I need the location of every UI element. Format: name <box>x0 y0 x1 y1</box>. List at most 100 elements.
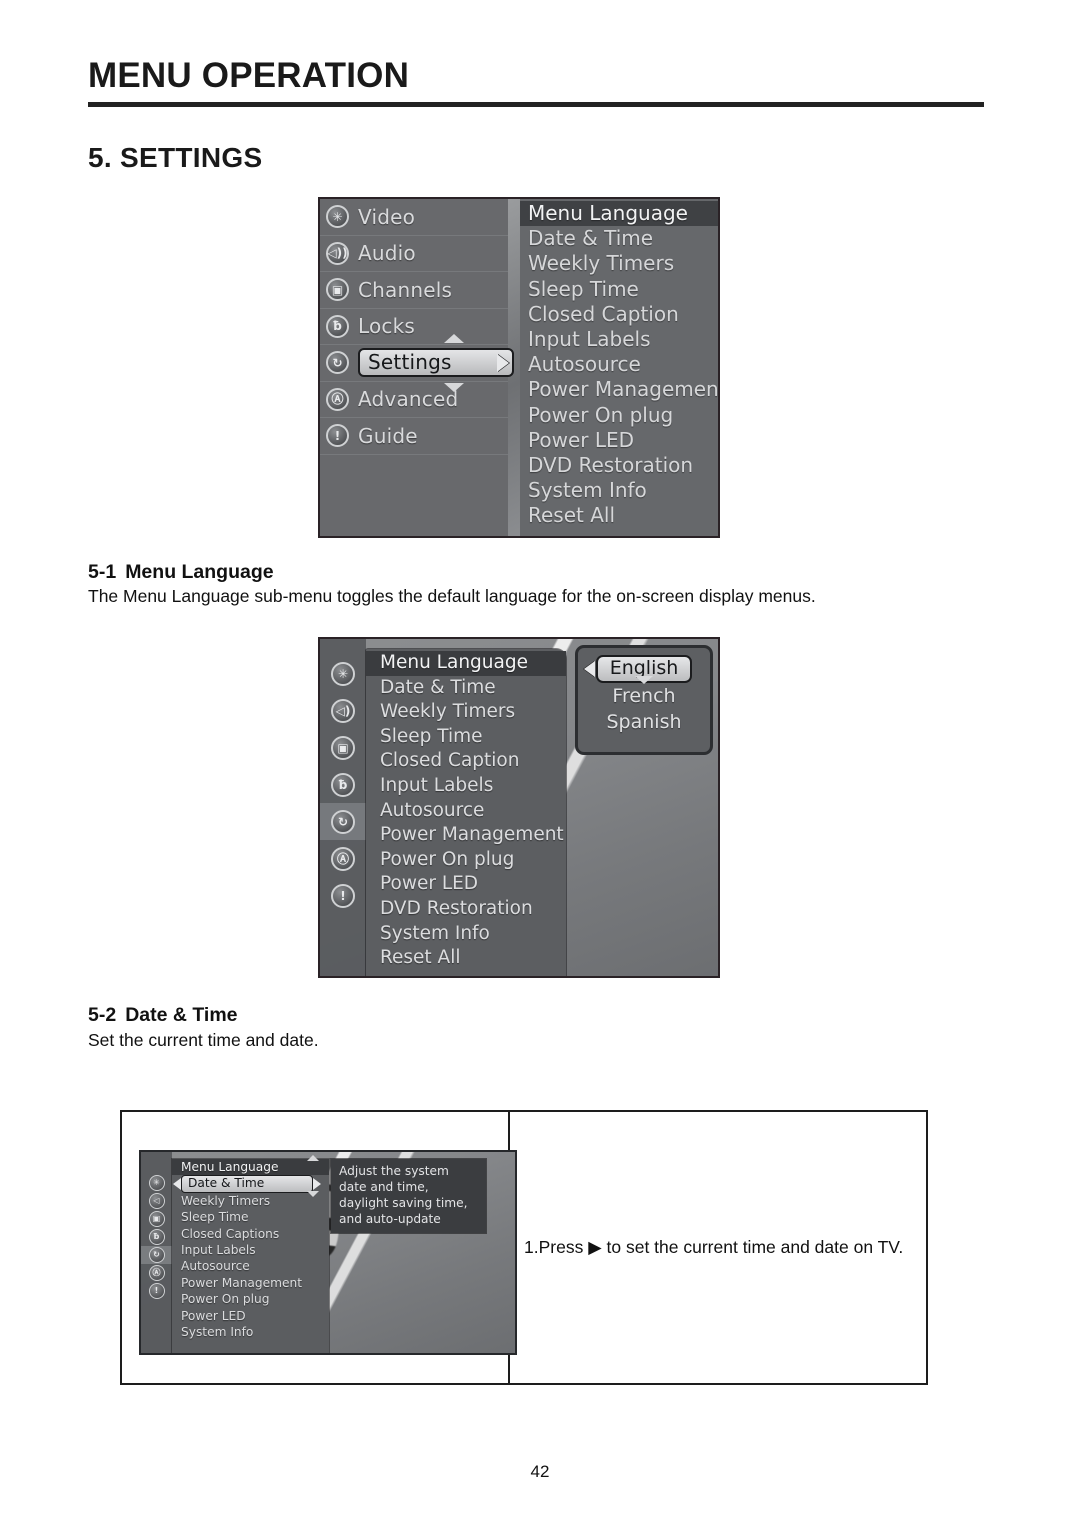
subsection-number: 5-1 <box>88 561 117 583</box>
settings-icon-cell[interactable]: ↻ <box>141 1246 172 1264</box>
osd-submenu-item[interactable]: System Info <box>520 478 718 503</box>
page-header: MENU OPERATION <box>88 57 984 107</box>
osd-submenu-item[interactable]: Power Management <box>520 377 718 402</box>
television-icon: ▣ <box>331 735 355 760</box>
television-icon-cell[interactable]: ▣ <box>320 729 366 766</box>
television-icon-cell[interactable]: ▣ <box>141 1210 172 1228</box>
language-option-french[interactable]: French <box>578 675 710 709</box>
osd-submenu-item[interactable]: System Info <box>366 922 566 947</box>
osd-settings-submenu: Menu Language Date & Time Weekly Timers … <box>520 199 718 536</box>
starburst-icon: ✳ <box>148 1175 165 1191</box>
settings-icon: ↻ <box>148 1247 165 1263</box>
osd-submenu-item[interactable]: Autosource <box>366 799 566 824</box>
instruction-table-cell-text: 1.Press ▶ to set the current time and da… <box>510 1112 926 1383</box>
osd-submenu-item-selected[interactable]: Date & Time <box>172 1175 329 1193</box>
osd-category-video[interactable]: ✳ Video <box>320 199 508 236</box>
osd-submenu-item[interactable]: Power Management <box>366 823 566 848</box>
osd-submenu-item[interactable]: Menu Language <box>366 651 566 676</box>
osd-category-label: Advanced <box>358 387 459 412</box>
osd-category-label: Audio <box>358 241 416 266</box>
language-option-label: Spanish <box>606 710 682 733</box>
osd-submenu-item[interactable]: Weekly Timers <box>172 1190 329 1209</box>
osd-category-label: Video <box>358 204 416 229</box>
speaker-icon-cell[interactable]: ◁) <box>320 692 366 729</box>
osd-submenu-item[interactable]: Closed Captions <box>172 1226 329 1242</box>
info-icon-cell[interactable]: ! <box>320 877 366 914</box>
starburst-icon-cell[interactable]: ✳ <box>141 1174 172 1192</box>
osd-submenu-item[interactable]: Menu Language <box>520 201 718 227</box>
osd-screenshot-date-time: ✳ ◁ ▣ ƀ ↻ Ⓐ ! Menu Language Date & Time … <box>139 1150 517 1355</box>
starburst-icon: ✳ <box>326 205 349 229</box>
osd-submenu-item[interactable]: Reset All <box>520 503 718 528</box>
osd-submenu-item[interactable]: Input Labels <box>366 774 566 799</box>
chevron-up-icon <box>444 334 464 343</box>
osd-submenu-item[interactable]: Sleep Time <box>520 277 718 302</box>
subsection-body-5-2: Set the current time and date. <box>88 1030 319 1050</box>
settings-icon-cell[interactable]: ↻ <box>320 803 366 840</box>
speaker-icon: ◁ <box>148 1193 165 1209</box>
osd-category-locks[interactable]: ƀ Locks <box>320 309 508 345</box>
osd-category-guide[interactable]: ! Guide <box>320 418 508 455</box>
osd-icon-rail: ✳ ◁ ▣ ƀ ↻ Ⓐ ! <box>141 1152 172 1353</box>
advanced-a-icon-cell[interactable]: Ⓐ <box>320 840 366 877</box>
osd-submenu-item-label: Menu Language <box>181 1160 279 1174</box>
osd-category-channels[interactable]: ▣ Channels <box>320 272 508 309</box>
osd-submenu-item[interactable]: Closed Caption <box>520 302 718 327</box>
chevron-down-icon <box>635 675 653 684</box>
instruction-table: ✳ ◁ ▣ ƀ ↻ Ⓐ ! Menu Language Date & Time … <box>120 1110 928 1385</box>
osd-category-advanced[interactable]: Ⓐ Advanced <box>320 382 508 418</box>
osd-submenu-item[interactable]: Power On plug <box>366 848 566 873</box>
osd-category-label: Guide <box>358 423 418 448</box>
settings-icon: ↻ <box>326 351 349 375</box>
starburst-icon-cell[interactable]: ✳ <box>320 655 366 692</box>
advanced-a-icon-cell[interactable]: Ⓐ <box>141 1264 172 1282</box>
osd-submenu-item[interactable]: Weekly Timers <box>520 251 718 276</box>
padlock-icon: ƀ <box>148 1229 165 1245</box>
osd-submenu-item-label: Date & Time <box>181 1175 313 1193</box>
padlock-icon-cell[interactable]: ƀ <box>141 1228 172 1246</box>
osd-submenu-item[interactable]: Power On plug <box>172 1291 329 1307</box>
speaker-icon-cell[interactable]: ◁ <box>141 1192 172 1210</box>
osd-submenu-item[interactable]: Power LED <box>366 872 566 897</box>
osd-submenu-item[interactable]: Sleep Time <box>366 725 566 750</box>
osd-submenu-item[interactable]: Date & Time <box>520 226 718 251</box>
osd-submenu-item[interactable]: Autosource <box>172 1258 329 1274</box>
osd-submenu-item[interactable]: Input Labels <box>172 1242 329 1258</box>
header-rule <box>88 101 984 107</box>
osd-submenu-item[interactable]: Menu Language <box>172 1155 329 1176</box>
chevron-left-icon <box>173 1178 181 1191</box>
osd-submenu-item[interactable]: Power Management <box>172 1275 329 1291</box>
osd-tooltip: Adjust the system date and time, dayligh… <box>331 1159 486 1233</box>
osd-submenu-item[interactable]: Power On plug <box>520 403 718 428</box>
osd-tooltip-line: Adjust the system <box>339 1164 449 1178</box>
osd-submenu-item[interactable]: DVD Restoration <box>366 897 566 922</box>
chevron-left-icon <box>584 660 595 677</box>
info-icon-cell[interactable]: ! <box>141 1282 172 1300</box>
osd-submenu-item[interactable]: Date & Time <box>366 676 566 701</box>
osd-submenu-item[interactable]: System Info <box>172 1324 329 1340</box>
osd-category-settings[interactable]: ↻ Settings <box>320 334 514 392</box>
osd-submenu-item[interactable]: Sleep Time <box>172 1209 329 1225</box>
osd-submenu-item-label: Weekly Timers <box>181 1193 271 1208</box>
chevron-right-icon <box>497 353 509 372</box>
language-option-label: French <box>612 684 676 707</box>
osd-category-audio[interactable]: ◁)) Audio <box>320 236 508 272</box>
osd-submenu-item[interactable]: Reset All <box>366 946 566 971</box>
osd-submenu-item[interactable]: Power LED <box>172 1308 329 1324</box>
osd-category-list: ✳ Video ◁)) Audio ▣ Channels ƀ Locks ↻ S… <box>320 199 514 536</box>
osd-category-label: Locks <box>358 314 416 339</box>
osd-submenu-item[interactable]: DVD Restoration <box>520 453 718 478</box>
osd-submenu-item[interactable]: Autosource <box>520 352 718 377</box>
osd-submenu-item[interactable]: Power LED <box>520 428 718 453</box>
padlock-icon-cell[interactable]: ƀ <box>320 766 366 803</box>
subsection-heading-5-1: 5-1 Menu Language <box>88 561 274 584</box>
osd-submenu-item[interactable]: Input Labels <box>520 327 718 352</box>
subsection-title: Date & Time <box>125 1004 238 1026</box>
subsection-body-5-1: The Menu Language sub-menu toggles the d… <box>88 586 816 606</box>
osd-settings-submenu: Menu Language Date & Time Weekly Timers … <box>366 649 566 976</box>
osd-submenu-item[interactable]: Closed Caption <box>366 749 566 774</box>
osd-screenshot-settings-menu: ✳ Video ◁)) Audio ▣ Channels ƀ Locks ↻ S… <box>318 197 720 538</box>
osd-submenu-item[interactable]: Weekly Timers <box>366 700 566 725</box>
language-option-spanish[interactable]: Spanish <box>578 709 710 735</box>
speaker-icon: ◁) <box>331 698 355 723</box>
